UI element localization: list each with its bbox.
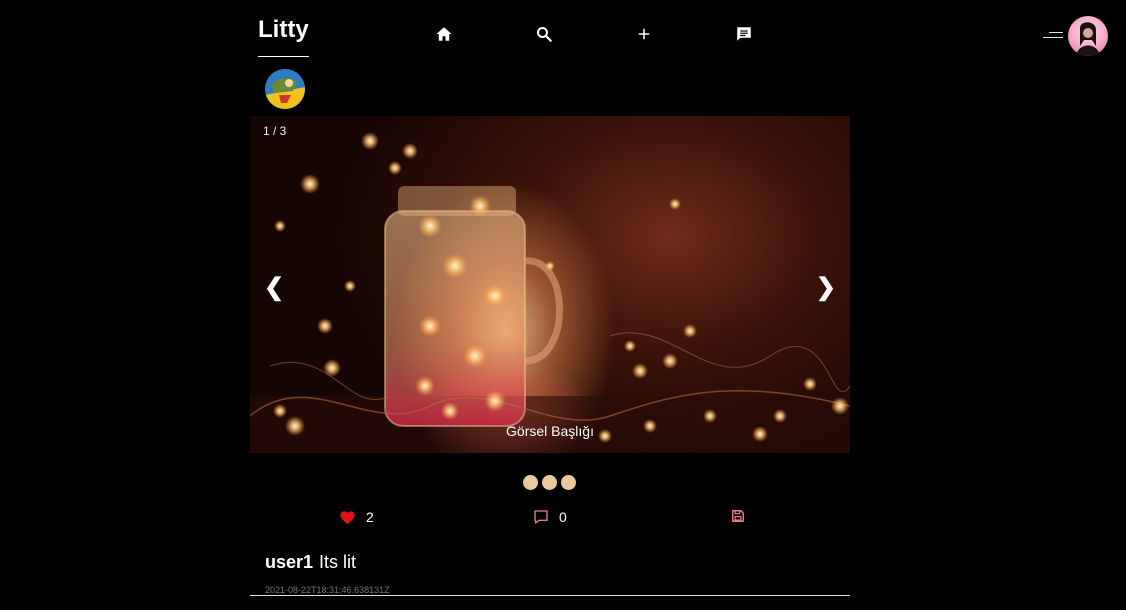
page: Litty 1 / 3 ❮ ❯ Görsel Başlığı 2 0 user1…	[0, 0, 1126, 610]
user-avatar[interactable]	[1068, 16, 1108, 56]
post-caption: user1 Its lit	[265, 552, 356, 573]
slide-dot-2[interactable]	[542, 475, 557, 490]
slide-dots	[523, 475, 576, 490]
post-image-slideshow[interactable]: 1 / 3 ❮ ❯ Görsel Başlığı	[250, 116, 850, 453]
heart-icon	[340, 510, 355, 524]
save-icon	[732, 510, 744, 522]
app-logo[interactable]: Litty	[258, 16, 309, 57]
plus-icon[interactable]	[635, 25, 653, 43]
slide-caption: Görsel Başlığı	[506, 423, 594, 439]
chat-icon[interactable]	[735, 25, 753, 43]
like-button[interactable]: 2	[339, 509, 374, 525]
slide-counter: 1 / 3	[263, 124, 287, 138]
comment-count: 0	[559, 509, 567, 525]
search-icon[interactable]	[535, 25, 553, 43]
home-icon[interactable]	[435, 25, 453, 43]
slide-dot-3[interactable]	[561, 475, 576, 490]
save-button[interactable]	[731, 509, 745, 523]
comment-icon	[534, 510, 548, 524]
post-divider	[250, 595, 850, 596]
post-timestamp: 2021-08-22T18:31:46.638131Z	[265, 585, 390, 595]
menu-toggle-icon[interactable]	[1043, 31, 1063, 41]
post-image	[250, 132, 850, 453]
post-text: Its lit	[319, 552, 357, 572]
like-count: 2	[366, 509, 374, 525]
slide-dot-1[interactable]	[523, 475, 538, 490]
post-username[interactable]: user1	[265, 552, 313, 572]
slide-prev-button[interactable]: ❮	[264, 276, 284, 300]
slide-next-button[interactable]: ❯	[816, 276, 836, 300]
post-author-avatar[interactable]	[265, 69, 305, 109]
comment-button[interactable]: 0	[533, 509, 567, 525]
